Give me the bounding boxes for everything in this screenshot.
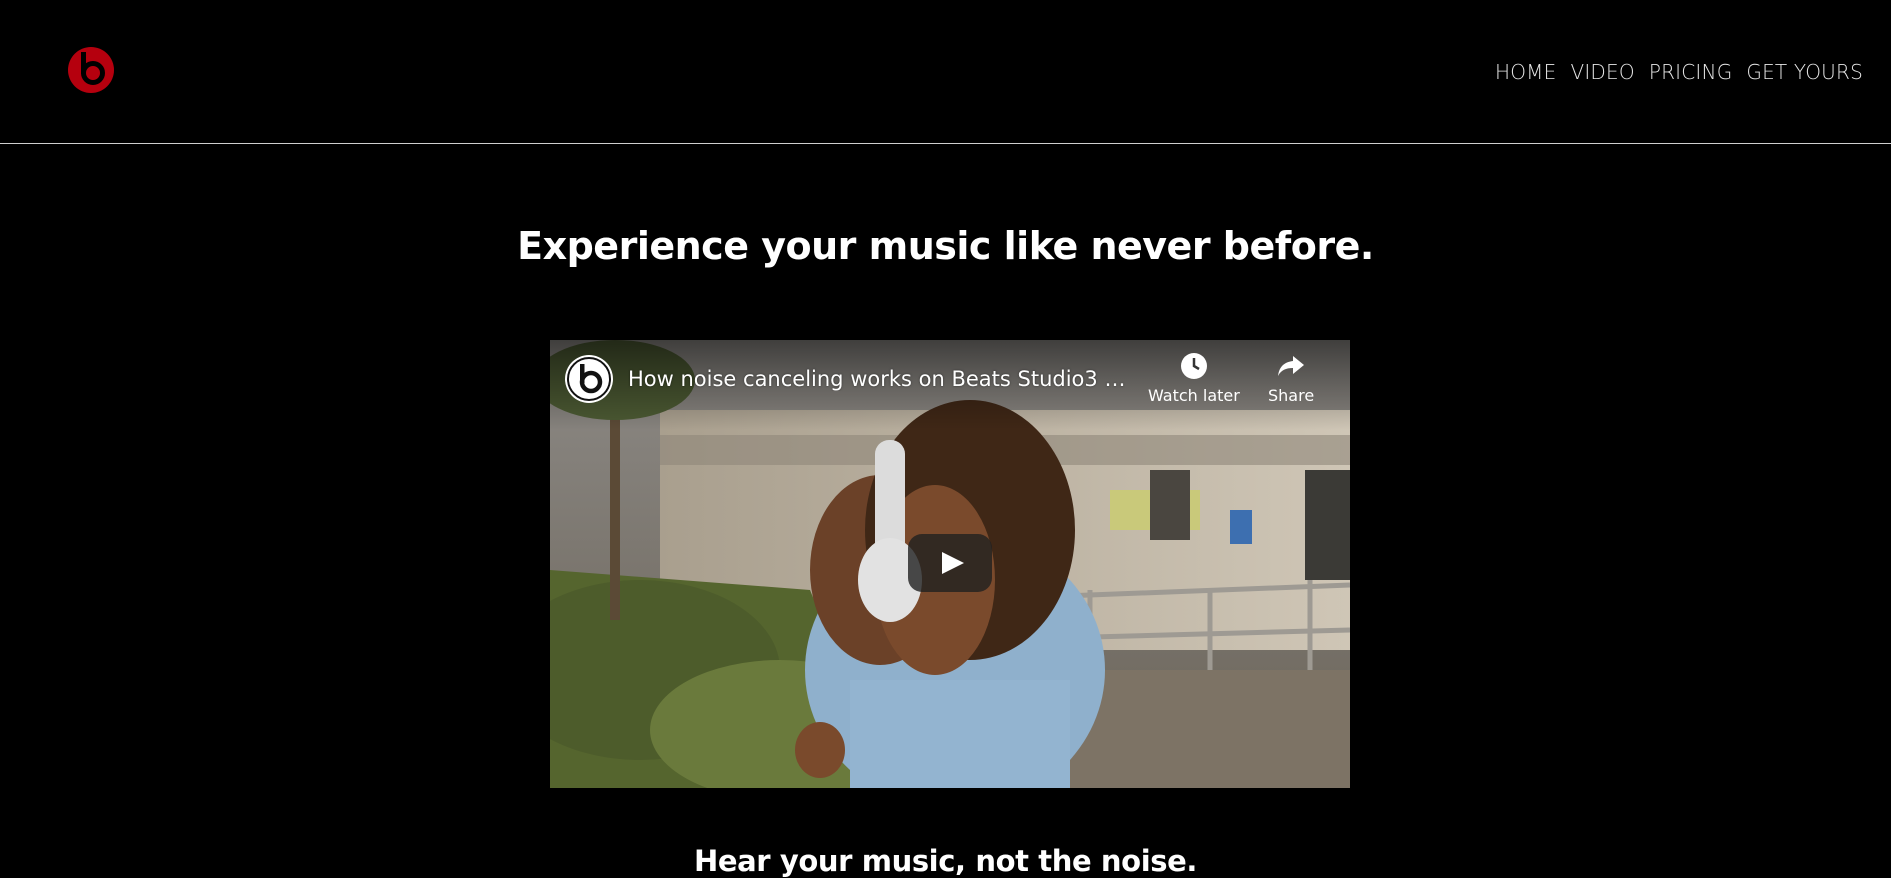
beats-logo-icon[interactable] [67, 46, 115, 94]
hero-title: Experience your music like never before. [517, 224, 1374, 268]
clock-icon [1180, 353, 1207, 379]
nav-home[interactable]: HOME [1495, 60, 1556, 84]
site-header: HOME VIDEO PRICING GET YOURS [0, 0, 1891, 144]
video-title[interactable]: How noise canceling works on Beats Studi… [628, 367, 1128, 391]
beats-logo-icon [567, 357, 611, 401]
nav-get-yours[interactable]: GET YOURS [1746, 60, 1863, 84]
watch-later-label: Watch later [1148, 386, 1240, 405]
play-icon [942, 552, 964, 574]
play-button[interactable] [908, 534, 992, 592]
main-nav: HOME VIDEO PRICING GET YOURS [1495, 60, 1863, 84]
channel-avatar[interactable] [565, 355, 613, 403]
section-subtitle: Hear your music, not the noise. [693, 844, 1197, 878]
share-label: Share [1268, 386, 1315, 405]
watch-later-button[interactable]: Watch later [1148, 352, 1240, 405]
nav-pricing[interactable]: PRICING [1649, 60, 1733, 84]
nav-video[interactable]: VIDEO [1570, 60, 1634, 84]
share-button[interactable]: Share [1268, 352, 1314, 405]
video-player[interactable]: How noise canceling works on Beats Studi… [550, 340, 1350, 788]
share-arrow-icon [1278, 356, 1305, 376]
